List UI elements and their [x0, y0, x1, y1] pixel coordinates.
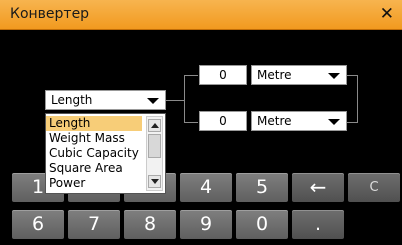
decimal-key[interactable]: .: [292, 210, 344, 239]
key-8[interactable]: 8: [124, 210, 176, 239]
list-scrollbar[interactable]: [146, 116, 163, 191]
bottom-unit-label: Metre: [257, 114, 292, 128]
scroll-up-icon[interactable]: [148, 119, 161, 132]
category-list[interactable]: Length Weight Mass Cubic Capacity Square…: [45, 113, 166, 194]
window-title: Конвертер: [10, 6, 90, 22]
key-4[interactable]: 4: [180, 173, 232, 202]
bottom-unit-dropdown[interactable]: Metre: [251, 111, 347, 131]
connector-line: [166, 100, 184, 101]
chevron-down-icon: [147, 98, 159, 104]
key-9[interactable]: 9: [180, 210, 232, 239]
bottom-value-input[interactable]: 0: [199, 111, 247, 131]
clear-key[interactable]: C: [348, 173, 400, 202]
key-6[interactable]: 6: [12, 210, 64, 239]
title-bar: Конвертер ✕: [0, 0, 402, 30]
chevron-down-icon: [328, 73, 340, 79]
category-option-length[interactable]: Length: [46, 116, 142, 131]
connector-line: [357, 75, 358, 123]
category-option-square-area[interactable]: Square Area: [46, 161, 142, 176]
category-selected: Length: [51, 93, 93, 107]
key-5[interactable]: 5: [236, 173, 288, 202]
connector-line: [184, 75, 185, 123]
key-0[interactable]: 0: [236, 210, 288, 239]
top-value-input[interactable]: 0: [199, 65, 247, 85]
close-icon[interactable]: ✕: [380, 4, 394, 24]
scroll-down-icon[interactable]: [148, 175, 161, 188]
connector-line: [184, 75, 198, 76]
chevron-down-icon: [328, 119, 340, 125]
scroll-thumb[interactable]: [148, 134, 161, 158]
key-7[interactable]: 7: [68, 210, 120, 239]
connector-line: [347, 75, 357, 76]
top-unit-dropdown[interactable]: Metre: [251, 65, 347, 85]
backspace-key[interactable]: ←: [292, 173, 344, 202]
connector-line: [184, 122, 198, 123]
top-unit-label: Metre: [257, 68, 292, 82]
category-dropdown[interactable]: Length: [45, 90, 166, 110]
connector-line: [347, 122, 357, 123]
category-option-cubic-capacity[interactable]: Cubic Capacity: [46, 146, 142, 161]
category-option-power[interactable]: Power: [46, 176, 142, 191]
category-option-weight-mass[interactable]: Weight Mass: [46, 131, 142, 146]
